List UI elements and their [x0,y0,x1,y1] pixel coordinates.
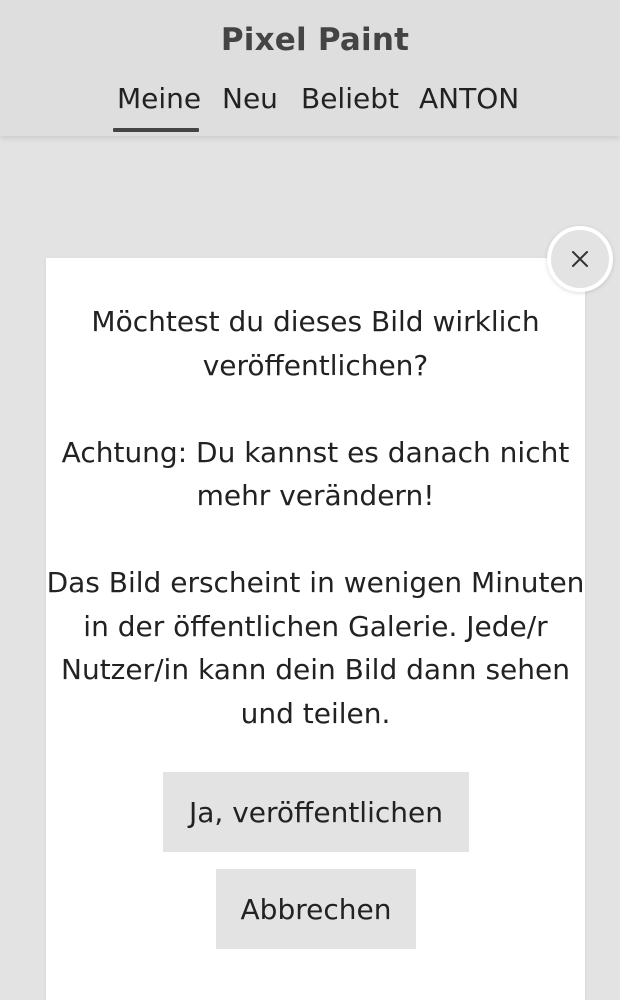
app-title: Pixel Paint [220,22,410,58]
tab-bar: Meine Neu Beliebt ANTON [0,82,620,136]
tab-anton[interactable]: ANTON [419,82,519,115]
tab-beliebt[interactable]: Beliebt [301,82,399,115]
dialog-info: Das Bild erscheint in wenigen Minuten in… [46,566,585,730]
publish-dialog: Möchtest du dieses Bild wirklich veröffe… [46,258,585,1000]
dialog-close-button[interactable] [547,226,613,292]
publish-confirm-button[interactable]: Ja, veröffentlichen [163,772,469,852]
header-bar: Pixel Paint Meine Neu Beliebt ANTON [0,0,620,136]
dialog-warning: Achtung: Du kannst es danach nicht mehr … [61,435,570,513]
app-root: Pixel Paint Meine Neu Beliebt ANTON Möch… [0,0,620,1000]
tab-meine[interactable]: Meine [117,82,201,115]
active-tab-indicator [113,128,199,132]
dialog-message: Möchtest du dieses Bild wirklich veröffe… [46,300,585,735]
cancel-button[interactable]: Abbrechen [216,869,416,949]
close-icon [572,251,588,267]
tab-neu[interactable]: Neu [222,82,278,115]
dialog-question: Möchtest du dieses Bild wirklich veröffe… [91,305,540,382]
